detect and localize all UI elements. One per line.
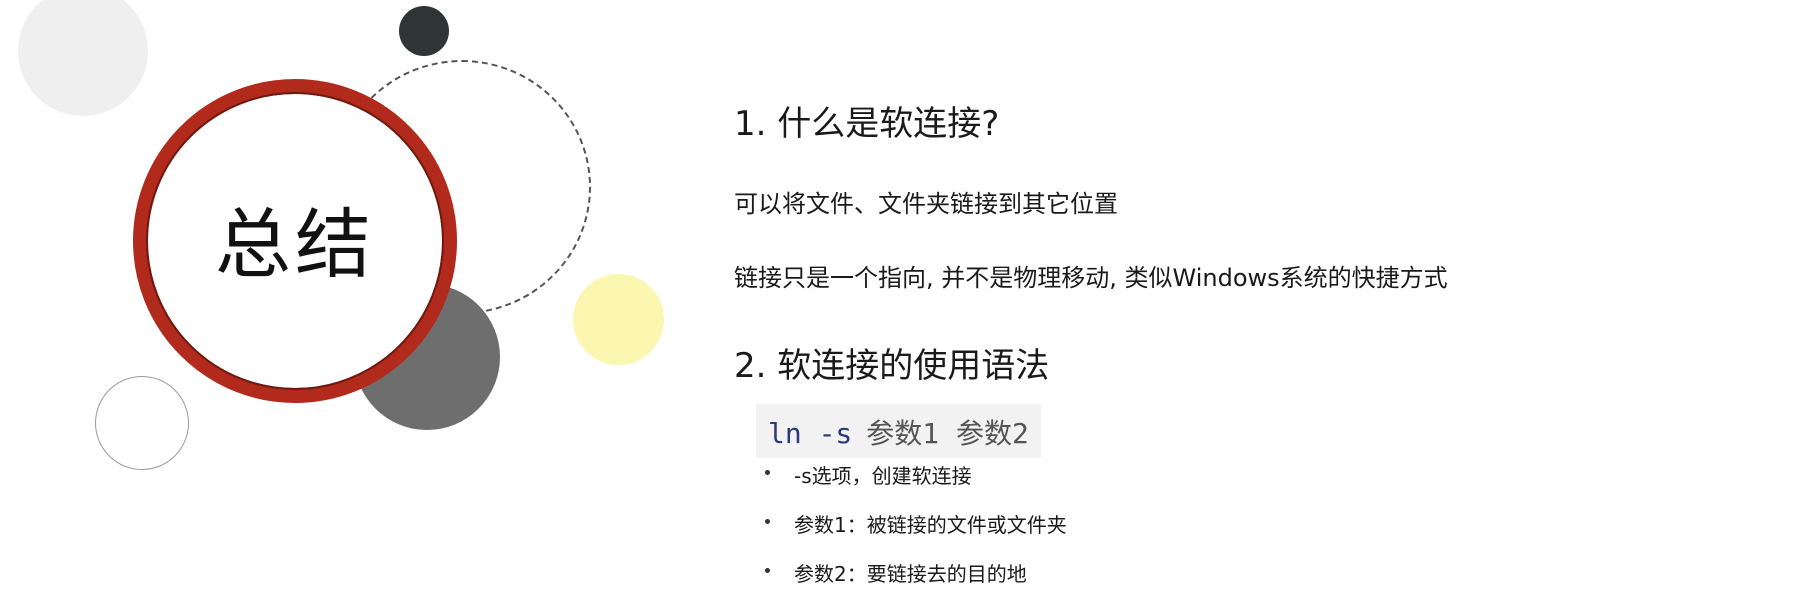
bullet-dot-icon (765, 470, 770, 475)
section-heading-syntax: 2. 软连接的使用语法 (734, 346, 1050, 386)
paragraph-definition: 可以将文件、文件夹链接到其它位置 (734, 190, 1118, 218)
decorative-circle-light-gray (18, 0, 148, 116)
section-heading-what-is-symlink: 1. 什么是软连接? (734, 104, 1000, 144)
list-item-text: -s选项，创建软连接 (794, 464, 972, 488)
page-title: 总结 (215, 200, 375, 289)
code-snippet: ln -s 参数1 参数2 (756, 404, 1041, 458)
paragraph-explanation: 链接只是一个指向, 并不是物理移动, 类似Windows系统的快捷方式 (734, 264, 1448, 292)
list-item: -s选项，创建软连接 (762, 460, 1067, 509)
decorative-circle-yellow (573, 274, 664, 365)
bullet-dot-icon (765, 568, 770, 573)
decorative-circle-dark (399, 6, 449, 56)
code-command: ln -s (768, 417, 853, 450)
bullet-dot-icon (765, 519, 770, 524)
code-arguments: 参数1 参数2 (866, 417, 1029, 450)
list-item: 参数1：被链接的文件或文件夹 (762, 509, 1067, 558)
title-circle: 总结 (133, 79, 457, 403)
decorative-circle-outline (95, 376, 189, 470)
list-item-text: 参数1：被链接的文件或文件夹 (794, 513, 1067, 537)
syntax-bullet-list: -s选项，创建软连接 参数1：被链接的文件或文件夹 参数2：要链接去的目的地 (762, 460, 1067, 607)
list-item-text: 参数2：要链接去的目的地 (794, 562, 1027, 586)
list-item: 参数2：要链接去的目的地 (762, 558, 1067, 607)
